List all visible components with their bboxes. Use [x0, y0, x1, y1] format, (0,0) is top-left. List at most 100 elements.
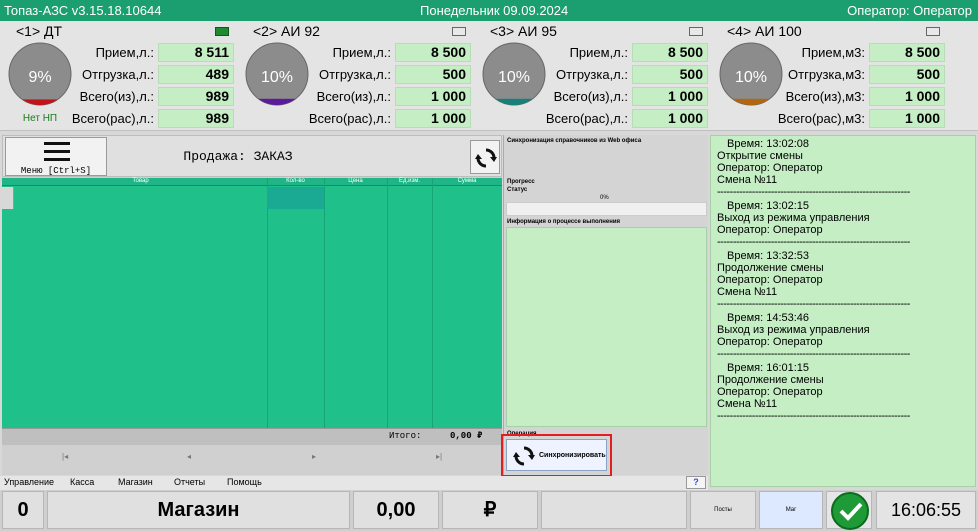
help-button[interactable]: ?: [686, 476, 706, 489]
tank-row-label: Прием,л.:: [95, 45, 154, 60]
refresh-button[interactable]: [470, 140, 500, 174]
col-header-qty[interactable]: Кол-во: [267, 178, 324, 184]
tank-4[interactable]: <4> АИ 100 10% Прием,м3: 8 500 Отгрузка,м3: 5…: [713, 21, 948, 131]
log-separator: ----------------------------------------…: [717, 186, 910, 198]
total-value: 0,00 ₽: [450, 431, 483, 441]
tank-row: Всего(из),л.: 1 000: [313, 86, 471, 108]
amount-display: 0,00: [353, 491, 439, 529]
log-entry: Время: 13:02:08 Открытие смены Оператор: О…: [711, 138, 975, 198]
tank-row-value: 1 000: [632, 109, 708, 128]
tank-row: Всего(рас),л.: 1 000: [309, 108, 471, 130]
log-entry-time: Время: 14:53:46: [727, 312, 810, 324]
tank-title: <2> АИ 92: [253, 23, 320, 39]
row-header[interactable]: [2, 187, 14, 209]
progress-value: 0%: [600, 195, 609, 201]
log-entry-time: Время: 13:02:08: [727, 138, 810, 150]
menu-button[interactable]: Меню [Ctrl+S]: [5, 137, 107, 176]
posts-tab[interactable]: Посты: [690, 491, 756, 529]
log-separator: ----------------------------------------…: [717, 298, 910, 310]
sale-panel: Меню [Ctrl+S] Продажа: ЗАКАЗ Товар Кол-в…: [2, 135, 502, 475]
hamburger-icon: [44, 142, 70, 161]
tank-row-value: 1 000: [869, 87, 945, 106]
info-label: Информация о процессе выполнения: [507, 219, 621, 225]
event-log: Время: 13:02:08 Открытие смены Оператор: О…: [710, 135, 976, 487]
log-entry: Время: 13:32:53 Продолжение смены Оператор…: [711, 250, 975, 310]
sync-button-highlight: Синхронизировать: [501, 434, 612, 477]
tank-title: <3> АИ 95: [490, 23, 557, 39]
tank-gauge: 10%: [719, 41, 783, 129]
log-entry-line: Оператор: Оператор: [717, 336, 823, 348]
tank-row-value: 1 000: [395, 87, 471, 106]
currency-display: ₽: [442, 491, 538, 529]
col-header-product[interactable]: Товар: [14, 178, 267, 184]
menu-item-management[interactable]: Управление: [4, 477, 54, 487]
sync-button[interactable]: Синхронизировать: [506, 439, 607, 471]
tank-row: Всего(из),м3: 1 000: [785, 86, 945, 108]
menu-item-reports[interactable]: Отчеты: [174, 477, 205, 487]
log-entry-time: Время: 16:01:15: [727, 362, 810, 374]
last-page-icon[interactable]: ▸|: [436, 452, 442, 461]
log-separator: ----------------------------------------…: [717, 348, 910, 360]
next-page-icon[interactable]: ▸: [312, 452, 316, 461]
log-entry-time: Время: 13:32:53: [727, 250, 810, 262]
tank-row: Всего(рас),л.: 989: [72, 108, 234, 130]
log-entry-line: Смена №11: [717, 174, 778, 186]
log-entry-line: Смена №11: [717, 398, 778, 410]
log-entry-line: Выход из режима управления: [717, 212, 870, 224]
menu-item-shop[interactable]: Магазин: [118, 477, 153, 487]
sale-title: Продажа: ЗАКАЗ: [183, 149, 293, 164]
title-bar: Топаз-АЗС v3.15.18.10644 Понедельник 09.…: [0, 0, 978, 21]
tank-row-label: Всего(из),л.:: [316, 89, 391, 104]
main-menu: Управление Касса Магазин Отчеты Помощь ?: [0, 476, 708, 490]
grid-header: Товар Кол-во Цена Ед.изм. Сумма: [2, 178, 502, 186]
tank-title: <4> АИ 100: [727, 23, 802, 39]
tank-row-label: Всего(из),л.:: [553, 89, 628, 104]
tank-status-indicator: [926, 27, 940, 36]
log-entry-line: Оператор: Оператор: [717, 224, 823, 236]
clock: 16:06:55: [876, 491, 976, 529]
mode-display[interactable]: Магазин: [47, 491, 350, 529]
log-entry-line: Открытие смены: [717, 150, 803, 162]
log-entry-line: Выход из режима управления: [717, 324, 870, 336]
status-label: Статус: [507, 187, 528, 193]
log-separator: ----------------------------------------…: [717, 236, 910, 248]
first-page-icon[interactable]: |◂: [62, 452, 68, 461]
selected-cell[interactable]: [267, 187, 324, 209]
log-entry-line: Продолжение смены: [717, 262, 824, 274]
menu-item-cash[interactable]: Касса: [70, 477, 94, 487]
prev-page-icon[interactable]: ◂: [187, 452, 191, 461]
tank-rows: Прием,л.: 8 511 Отгрузка,л.: 489 Всего(из),л…: [72, 42, 234, 130]
menu-item-help[interactable]: Помощь: [227, 477, 262, 487]
col-header-price[interactable]: Цена: [324, 178, 387, 184]
log-entry-time: Время: 13:02:15: [727, 200, 810, 212]
progress-bar: [506, 202, 707, 216]
tank-row-label: Всего(из),м3:: [785, 89, 865, 104]
tank-row-label: Отгрузка,л.:: [319, 67, 391, 82]
tank-panel: <1> ДТ 9% Нет НП Прием,л.: 8 511 Отгрузка,л.:…: [0, 21, 978, 131]
tank-row-value: 1 000: [395, 109, 471, 128]
tank-row: Отгрузка,л.: 500: [313, 64, 471, 86]
tank-row-value: 8 500: [869, 43, 945, 62]
tank-row-label: Отгрузка,л.:: [82, 67, 154, 82]
tank-row: Прием,л.: 8 500: [313, 42, 471, 64]
tank-1[interactable]: <1> ДТ 9% Нет НП Прием,л.: 8 511 Отгрузка,л.:…: [2, 21, 237, 131]
tank-status-indicator: [215, 27, 229, 36]
col-header-unit[interactable]: Ед.изм.: [387, 178, 432, 184]
col-header-sum[interactable]: Сумма: [432, 178, 502, 184]
tank-gauge: 10%: [482, 41, 546, 129]
tank-rows: Прием,м3: 8 500 Отгрузка,м3: 500 Всего(из),м…: [778, 42, 945, 130]
tank-row-label: Прием,л.:: [569, 45, 628, 60]
count-display: 0: [2, 491, 44, 529]
shop-tab[interactable]: Маг: [759, 491, 823, 529]
tank-row-value: 8 500: [395, 43, 471, 62]
tank-2[interactable]: <2> АИ 92 10% Прием,л.: 8 500 Отгрузка,л.: 50…: [239, 21, 474, 131]
bottom-bar: 0 Магазин 0,00 ₽ Посты Маг 16:06:55: [0, 490, 978, 531]
tank-3[interactable]: <3> АИ 95 10% Прием,л.: 8 500 Отгрузка,л.: 50…: [476, 21, 711, 131]
ok-button[interactable]: [826, 491, 872, 530]
sync-panel: Синхронизация справочников из Web офиса …: [501, 135, 708, 477]
info-box: [506, 227, 707, 427]
tank-row: Отгрузка,м3: 500: [787, 64, 945, 86]
sale-header: Меню [Ctrl+S] Продажа: ЗАКАЗ: [2, 135, 502, 177]
tank-row-label: Прием,л.:: [332, 45, 391, 60]
order-grid[interactable]: Товар Кол-во Цена Ед.изм. Сумма: [2, 178, 502, 428]
